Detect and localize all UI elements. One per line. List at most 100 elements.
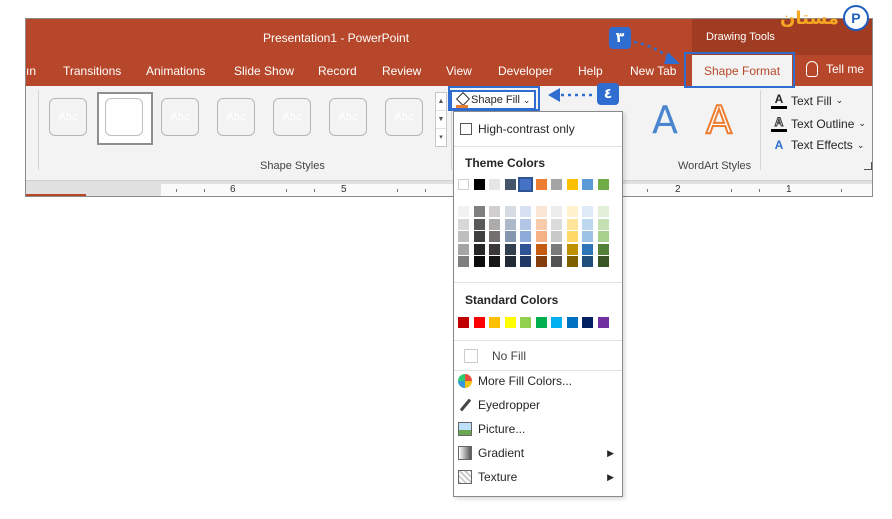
theme-shade-swatch[interactable] bbox=[535, 218, 547, 230]
theme-shade-swatch[interactable] bbox=[504, 206, 516, 217]
theme-shade-swatch[interactable] bbox=[473, 218, 485, 230]
theme-shade-swatch[interactable] bbox=[520, 218, 531, 230]
theme-shade-swatch[interactable] bbox=[566, 206, 578, 217]
theme-shade-swatch[interactable] bbox=[504, 243, 516, 255]
theme-shade-swatch[interactable] bbox=[473, 243, 485, 255]
theme-shade-swatch[interactable] bbox=[566, 231, 578, 242]
standard-color-swatch[interactable] bbox=[520, 317, 531, 328]
tab-record[interactable]: Record bbox=[318, 64, 357, 78]
theme-shade-swatch[interactable] bbox=[551, 243, 562, 255]
theme-shade-swatch[interactable] bbox=[597, 206, 609, 217]
theme-shade-swatch[interactable] bbox=[520, 231, 531, 242]
theme-color-swatch[interactable] bbox=[582, 179, 593, 190]
theme-color-swatch[interactable] bbox=[597, 179, 609, 190]
theme-shade-swatch[interactable] bbox=[597, 218, 609, 230]
theme-shade-swatch[interactable] bbox=[458, 243, 469, 255]
gradient-item[interactable]: Gradient ▶ bbox=[458, 443, 618, 463]
theme-shade-swatch[interactable] bbox=[535, 231, 547, 242]
theme-color-swatch[interactable] bbox=[518, 177, 533, 192]
theme-shade-swatch[interactable] bbox=[504, 256, 516, 267]
tab-design[interactable]: ın bbox=[26, 64, 36, 78]
shape-style-gold[interactable]: Abc bbox=[273, 98, 311, 136]
standard-color-swatch[interactable] bbox=[551, 317, 562, 328]
theme-shade-swatch[interactable] bbox=[551, 218, 562, 230]
theme-color-swatch[interactable] bbox=[566, 179, 578, 190]
no-fill-item[interactable]: No Fill bbox=[464, 346, 624, 366]
theme-shade-swatch[interactable] bbox=[458, 231, 469, 242]
theme-shade-swatch[interactable] bbox=[582, 256, 593, 267]
theme-color-swatch[interactable] bbox=[535, 179, 547, 190]
shape-style-black[interactable]: Abc bbox=[49, 98, 87, 136]
tab-developer[interactable]: Developer bbox=[498, 64, 553, 78]
theme-shade-swatch[interactable] bbox=[520, 256, 531, 267]
theme-shade-swatch[interactable] bbox=[489, 206, 500, 217]
theme-color-swatch[interactable] bbox=[504, 179, 516, 190]
theme-shade-swatch[interactable] bbox=[520, 206, 531, 217]
theme-color-swatch[interactable] bbox=[458, 179, 469, 190]
theme-shade-swatch[interactable] bbox=[597, 256, 609, 267]
text-outline-button[interactable]: A Text Outline ⌄ bbox=[771, 115, 866, 132]
standard-color-swatch[interactable] bbox=[458, 317, 469, 328]
theme-shade-swatch[interactable] bbox=[597, 243, 609, 255]
theme-shade-swatch[interactable] bbox=[566, 256, 578, 267]
tab-help[interactable]: Help bbox=[578, 64, 603, 78]
theme-shade-swatch[interactable] bbox=[489, 231, 500, 242]
theme-shade-swatch[interactable] bbox=[535, 256, 547, 267]
tab-slide-show[interactable]: Slide Show bbox=[234, 64, 294, 78]
standard-color-swatch[interactable] bbox=[597, 317, 609, 328]
standard-color-swatch[interactable] bbox=[504, 317, 516, 328]
picture-item[interactable]: Picture... bbox=[458, 419, 618, 439]
theme-shade-swatch[interactable] bbox=[566, 218, 578, 230]
standard-color-swatch[interactable] bbox=[566, 317, 578, 328]
style-gallery-scroll[interactable]: ▲ ▼ ▾ bbox=[435, 92, 447, 147]
theme-shade-swatch[interactable] bbox=[551, 231, 562, 242]
theme-shade-swatch[interactable] bbox=[582, 243, 593, 255]
theme-shade-swatch[interactable] bbox=[582, 206, 593, 217]
theme-shade-swatch[interactable] bbox=[489, 243, 500, 255]
theme-shade-swatch[interactable] bbox=[535, 243, 547, 255]
eyedropper-item[interactable]: Eyedropper bbox=[458, 395, 618, 415]
shape-style-blue[interactable]: Abc bbox=[105, 98, 143, 136]
tab-review[interactable]: Review bbox=[382, 64, 421, 78]
theme-shade-swatch[interactable] bbox=[504, 218, 516, 230]
standard-color-swatch[interactable] bbox=[582, 317, 593, 328]
theme-shade-swatch[interactable] bbox=[473, 231, 485, 242]
scroll-down-icon[interactable]: ▼ bbox=[436, 111, 446, 129]
theme-color-swatch[interactable] bbox=[551, 179, 562, 190]
texture-item[interactable]: Texture ▶ bbox=[458, 467, 618, 487]
theme-shade-swatch[interactable] bbox=[473, 206, 485, 217]
shape-style-light-blue[interactable]: Abc bbox=[329, 98, 367, 136]
theme-shade-swatch[interactable] bbox=[458, 206, 469, 217]
theme-shade-swatch[interactable] bbox=[582, 231, 593, 242]
tab-transitions[interactable]: Transitions bbox=[63, 64, 121, 78]
theme-shade-swatch[interactable] bbox=[551, 256, 562, 267]
theme-color-swatch[interactable] bbox=[489, 179, 500, 190]
theme-shade-swatch[interactable] bbox=[504, 231, 516, 242]
theme-shade-swatch[interactable] bbox=[489, 256, 500, 267]
high-contrast-checkbox[interactable] bbox=[460, 123, 472, 135]
wordart-style-blue[interactable]: A bbox=[652, 98, 678, 142]
text-effects-button[interactable]: A Text Effects ⌄ bbox=[771, 138, 865, 152]
theme-shade-swatch[interactable] bbox=[458, 256, 469, 267]
gallery-more-icon[interactable]: ▾ bbox=[436, 129, 446, 147]
theme-shade-swatch[interactable] bbox=[520, 243, 531, 255]
standard-color-swatch[interactable] bbox=[535, 317, 547, 328]
theme-shade-swatch[interactable] bbox=[597, 231, 609, 242]
standard-color-swatch[interactable] bbox=[473, 317, 485, 328]
theme-shade-swatch[interactable] bbox=[582, 218, 593, 230]
shape-style-gray[interactable]: Abc bbox=[217, 98, 255, 136]
theme-shade-swatch[interactable] bbox=[535, 206, 547, 217]
shape-style-orange[interactable]: Abc bbox=[161, 98, 199, 136]
high-contrast-option[interactable]: High-contrast only bbox=[460, 122, 575, 136]
theme-shade-swatch[interactable] bbox=[566, 243, 578, 255]
scroll-up-icon[interactable]: ▲ bbox=[436, 93, 446, 111]
theme-shade-swatch[interactable] bbox=[473, 256, 485, 267]
tell-me-search[interactable]: Tell me bbox=[806, 61, 864, 77]
shape-style-green[interactable]: Abc bbox=[385, 98, 423, 136]
dialog-launcher-icon[interactable] bbox=[864, 162, 872, 170]
theme-shade-swatch[interactable] bbox=[551, 206, 562, 217]
theme-shade-swatch[interactable] bbox=[489, 218, 500, 230]
wordart-style-orange-outline[interactable]: A bbox=[705, 97, 733, 143]
tab-animations[interactable]: Animations bbox=[146, 64, 205, 78]
more-fill-colors-item[interactable]: More Fill Colors... bbox=[458, 371, 618, 391]
